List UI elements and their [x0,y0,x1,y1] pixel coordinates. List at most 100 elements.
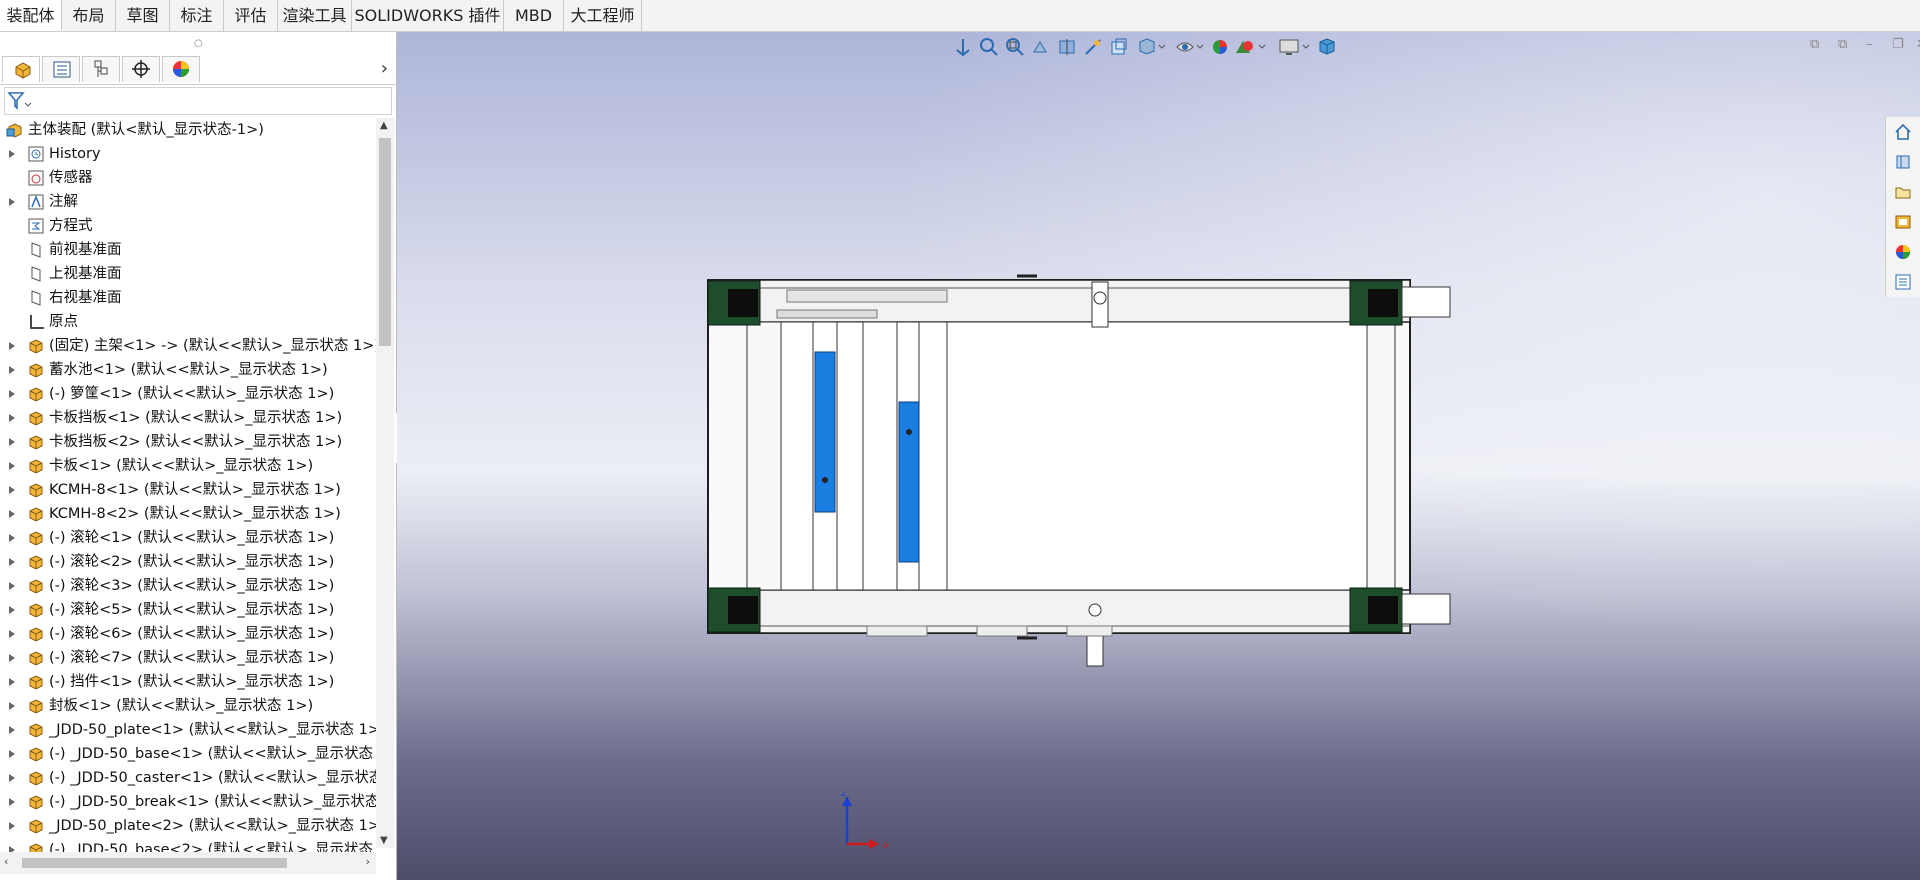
tree-item-label: (-) _JDD-50_base<2> (默认<<默认>_显示状态 [49,842,373,852]
tab-8[interactable]: 大工程师 [564,0,642,31]
tree-item[interactable]: 右视基准面 [0,286,376,310]
tree-item-label: 注解 [49,194,78,210]
tree-item-label: History [49,146,101,162]
expand-arrow-icon[interactable] [9,510,15,518]
tree-vertical-scrollbar[interactable]: ▲ ▼ [376,118,394,848]
tree-item[interactable]: 蓄水池<1> (默认<<默认>_显示状态 1>) [0,358,376,382]
expand-arrow-icon[interactable] [9,390,15,398]
tab-3[interactable]: 标注 [170,0,224,31]
expand-arrow-icon[interactable] [9,366,15,374]
tree-item[interactable]: 注解 [0,190,376,214]
tree-item[interactable]: KCMH-8<2> (默认<<默认>_显示状态 1>) [0,502,376,526]
blue-part-2 [898,401,920,563]
tab-0[interactable]: 装配体 [0,0,62,31]
expand-arrow-icon[interactable] [9,726,15,734]
display-manager-tab[interactable] [162,56,200,82]
expand-arrow-icon[interactable] [9,198,15,206]
expand-arrow-icon[interactable] [9,798,15,806]
tree-item[interactable]: (-) _JDD-50_caster<1> (默认<<默认>_显示状态 [0,766,376,790]
expand-arrow-icon[interactable] [9,654,15,662]
tree-item[interactable]: (-) 滚轮<1> (默认<<默认>_显示状态 1>) [0,526,376,550]
expand-arrow-icon[interactable] [9,582,15,590]
panel-expand-chevron-icon[interactable]: › [381,58,388,79]
tree-item[interactable]: (-) _JDD-50_base<2> (默认<<默认>_显示状态 [0,838,376,852]
tree-item[interactable]: 传感器 [0,166,376,190]
tree-item-label: KCMH-8<1> (默认<<默认>_显示状态 1>) [49,482,341,498]
scroll-up-icon[interactable]: ▲ [380,120,388,131]
tree-item-label: KCMH-8<2> (默认<<默认>_显示状态 1>) [49,506,341,522]
tree-item[interactable]: 方程式 [0,214,376,238]
expand-arrow-icon[interactable] [9,606,15,614]
assembly-model[interactable] [397,32,1920,880]
expand-arrow-icon[interactable] [9,678,15,686]
tree-item[interactable]: 上视基准面 [0,262,376,286]
tree-filter-field[interactable] [4,87,392,115]
tab-2[interactable]: 草图 [116,0,170,31]
tree-item-label: 右视基准面 [49,290,122,306]
expand-arrow-icon[interactable] [9,630,15,638]
tree-item[interactable]: 封板<1> (默认<<默认>_显示状态 1>) [0,694,376,718]
scroll-right-icon[interactable]: › [366,855,370,868]
scroll-left-icon[interactable]: ‹ [4,855,8,868]
tree-item[interactable]: (-) 滚轮<3> (默认<<默认>_显示状态 1>) [0,574,376,598]
tab-6[interactable]: SOLIDWORKS 插件 [352,0,504,31]
brake-lever-bottom [1401,593,1451,625]
horizontal-scroll-thumb[interactable] [22,858,287,868]
tree-item[interactable]: 原点 [0,310,376,334]
assembly-icon [29,435,43,450]
equation-icon [28,218,44,234]
slat-3 [836,321,864,591]
expand-arrow-icon[interactable] [9,486,15,494]
tab-7[interactable]: MBD [504,0,564,31]
expand-arrow-icon[interactable] [9,558,15,566]
tree-item[interactable]: (-) 滚轮<7> (默认<<默认>_显示状态 1>) [0,646,376,670]
caster-bottom-left-wheel [728,596,758,624]
expand-arrow-icon[interactable] [9,414,15,422]
tree-item[interactable]: 前视基准面 [0,238,376,262]
expand-arrow-icon[interactable] [9,462,15,470]
expand-arrow-icon[interactable] [9,342,15,350]
feature-manager-tab[interactable] [2,56,40,82]
tree-item-label: (-) _JDD-50_base<1> (默认<<默认>_显示状态 [49,746,373,762]
tree-item[interactable]: KCMH-8<1> (默认<<默认>_显示状态 1>) [0,478,376,502]
dimxpert-manager-tab[interactable] [122,56,160,82]
expand-arrow-icon[interactable] [9,822,15,830]
tree-item[interactable]: History [0,142,376,166]
expand-arrow-icon[interactable] [9,438,15,446]
tree-horizontal-scrollbar[interactable]: ‹ › [0,852,376,874]
tab-5[interactable]: 渲染工具 [278,0,352,31]
tree-item-label: 卡板挡板<2> (默认<<默认>_显示状态 1>) [49,434,343,450]
tree-item[interactable]: 卡板挡板<2> (默认<<默认>_显示状态 1>) [0,430,376,454]
tree-item[interactable]: (-) 挡件<1> (默认<<默认>_显示状态 1>) [0,670,376,694]
expand-arrow-icon[interactable] [9,534,15,542]
assembly-icon [29,483,43,498]
panel-grip-icon[interactable]: ○ [194,38,203,49]
tree-item[interactable]: (-) 滚轮<6> (默认<<默认>_显示状态 1>) [0,622,376,646]
tree-item[interactable]: 卡板<1> (默认<<默认>_显示状态 1>) [0,454,376,478]
tree-item[interactable]: _JDD-50_plate<2> (默认<<默认>_显示状态 1> [0,814,376,838]
tree-item[interactable]: 卡板挡板<1> (默认<<默认>_显示状态 1>) [0,406,376,430]
tab-1[interactable]: 布局 [62,0,116,31]
tree-item[interactable]: (-) 滚轮<5> (默认<<默认>_显示状态 1>) [0,598,376,622]
graphics-viewport[interactable]: ⧉ ⧉ – ❐ ✕ [397,32,1920,880]
vertical-scroll-thumb[interactable] [379,138,391,346]
tree-item-label: (-) 滚轮<1> (默认<<默认>_显示状态 1>) [49,530,335,546]
tree-root-item[interactable]: 主体装配 (默认<默认_显示状态-1>) [0,118,376,142]
configuration-manager-tab[interactable] [82,56,120,82]
slat-4 [862,321,898,591]
property-manager-tab[interactable] [42,56,80,82]
expand-arrow-icon[interactable] [9,750,15,758]
expand-arrow-icon[interactable] [9,150,15,158]
tree-item[interactable]: (固定) 主架<1> -> (默认<<默认>_显示状态 1>) [0,334,376,358]
tree-item[interactable]: (-) _JDD-50_break<1> (默认<<默认>_显示状态 [0,790,376,814]
tree-item[interactable]: _JDD-50_plate<1> (默认<<默认>_显示状态 1> [0,718,376,742]
tree-item[interactable]: (-) 箩筐<1> (默认<<默认>_显示状态 1>) [0,382,376,406]
bottom-rail [707,589,1411,634]
tree-item[interactable]: (-) _JDD-50_base<1> (默认<<默认>_显示状态 [0,742,376,766]
tab-4[interactable]: 评估 [224,0,278,31]
expand-arrow-icon[interactable] [9,702,15,710]
expand-arrow-icon[interactable] [9,774,15,782]
bottom-fixture-2 [976,625,1028,637]
scroll-down-icon[interactable]: ▼ [380,835,388,846]
tree-item[interactable]: (-) 滚轮<2> (默认<<默认>_显示状态 1>) [0,550,376,574]
